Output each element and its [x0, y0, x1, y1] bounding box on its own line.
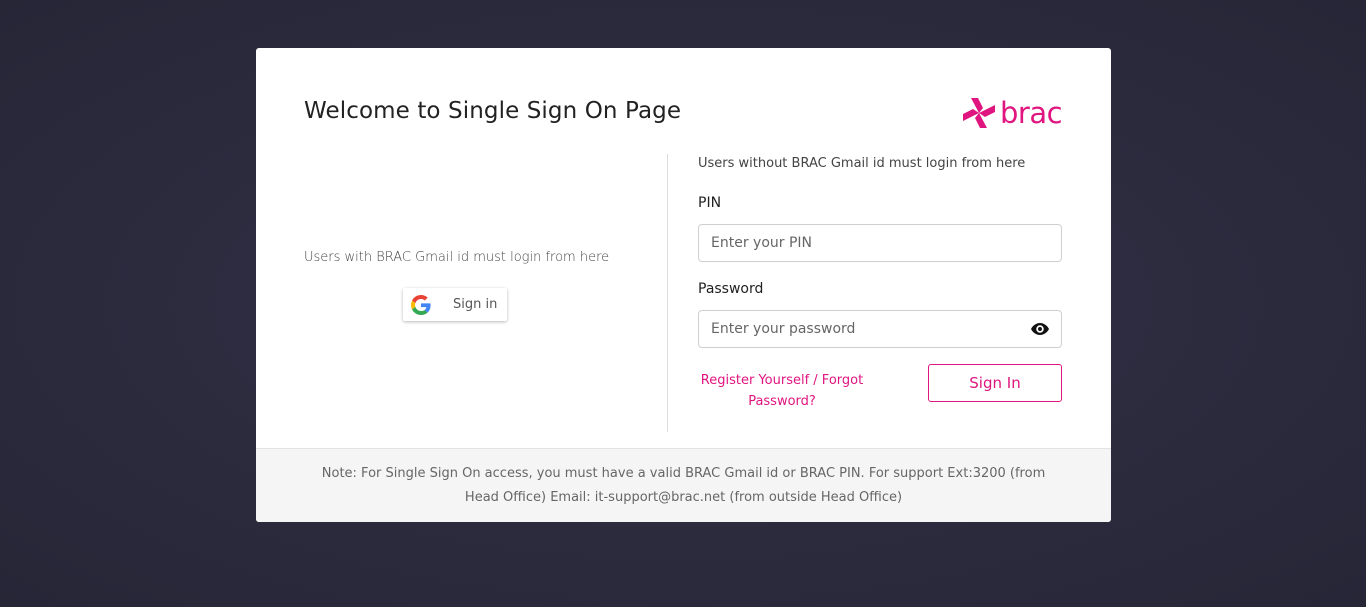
page-title: Welcome to Single Sign On Page	[304, 98, 682, 124]
password-label: Password	[698, 281, 764, 297]
password-field-wrapper	[698, 310, 1062, 348]
brac-logo-icon	[963, 98, 995, 128]
sign-in-button[interactable]: Sign In	[928, 364, 1062, 402]
vertical-divider	[667, 154, 668, 432]
pin-field-wrapper	[698, 224, 1062, 262]
login-card: Welcome to Single Sign On Page brac User…	[256, 48, 1111, 522]
footer-note: Note: For Single Sign On access, you mus…	[321, 465, 1046, 505]
google-g-icon	[411, 294, 431, 315]
pin-label: PIN	[698, 195, 722, 211]
google-signin-label: Sign in	[453, 297, 498, 312]
footer-note-bar: Note: For Single Sign On access, you mus…	[256, 448, 1111, 522]
brac-logo-text: brac	[1000, 95, 1063, 130]
pin-login-info: Users without BRAC Gmail id must login f…	[698, 156, 1026, 171]
google-signin-button[interactable]: Sign in	[403, 288, 507, 321]
brac-logo: brac	[961, 95, 1063, 131]
password-input[interactable]	[699, 311, 1061, 347]
gmail-login-info: Users with BRAC Gmail id must login from…	[304, 250, 610, 265]
pin-input[interactable]	[699, 225, 1061, 261]
eye-icon[interactable]	[1031, 322, 1049, 336]
register-forgot-link[interactable]: Register Yourself / Forgot Password?	[698, 370, 866, 412]
